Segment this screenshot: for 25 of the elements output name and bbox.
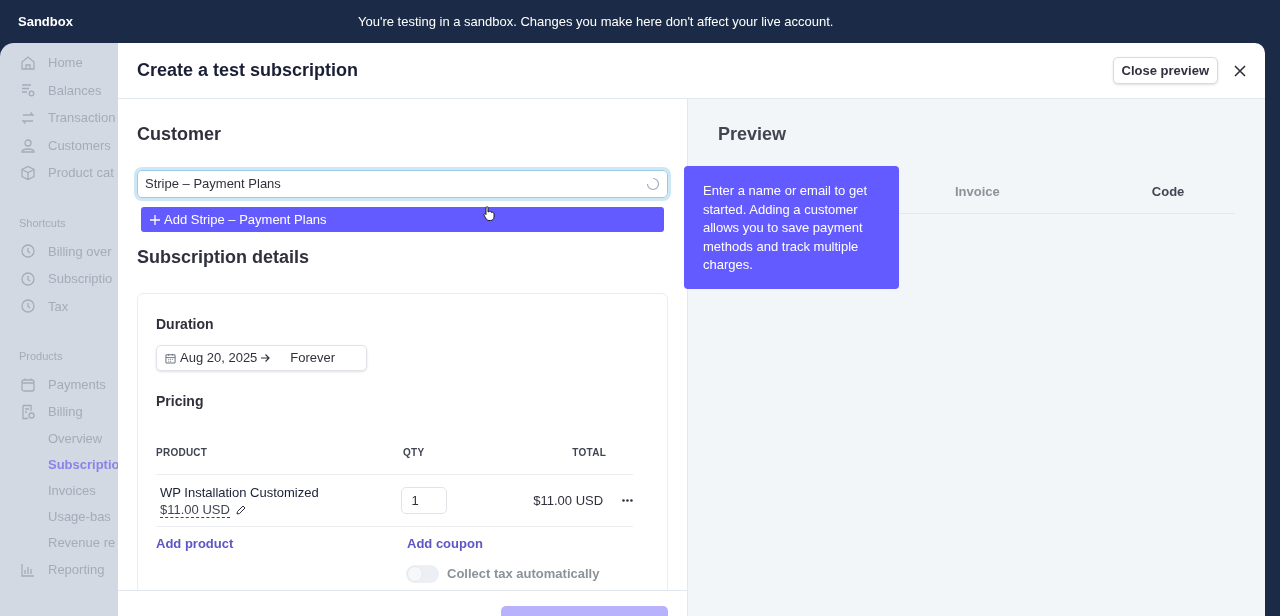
section-heading: Subscription details [137, 246, 311, 269]
column-header: Code [1151, 183, 1185, 201]
preview-heading: Preview [718, 123, 788, 146]
close-preview-button[interactable]: Close preview [1112, 57, 1218, 84]
toggle-label: Collect tax automatically [447, 565, 600, 583]
date-range-field[interactable]: Aug 20, 2025 Forever [156, 345, 367, 371]
tooltip: Enter a name or email to get started. Adding a customer allows you to save payment methods and track multiple charges. [684, 166, 899, 289]
add-coupon-link[interactable]: Add coupon [407, 534, 483, 554]
field-label: Duration [156, 315, 215, 334]
column-header: Invoice [955, 183, 1000, 201]
sandbox-label: Sandbox [18, 12, 74, 31]
product-price[interactable]: $11.00 USD [160, 502, 230, 519]
modal-title: Create a test subscription [137, 59, 360, 82]
field-label: Pricing [156, 392, 205, 411]
section-heading: Customer [137, 123, 222, 146]
sandbox-message: You're testing in a sandbox. Changes you make here don't affect your live account. [358, 12, 834, 31]
column-header: TOTAL [571, 446, 606, 460]
add-product-link[interactable]: Add product [156, 534, 407, 554]
suggestion-option[interactable]: Add Stripe – Payment Plans [141, 207, 664, 232]
quantity-field[interactable]: 1 [401, 487, 448, 514]
customer-search-field[interactable]: Stripe – Payment Plans [137, 170, 668, 198]
product-name: WP Installation Customized [160, 483, 320, 502]
table-cell-text: $11.00 USD [532, 491, 604, 510]
column-header: QTY [403, 446, 426, 460]
column-header: PRODUCT [156, 446, 209, 460]
